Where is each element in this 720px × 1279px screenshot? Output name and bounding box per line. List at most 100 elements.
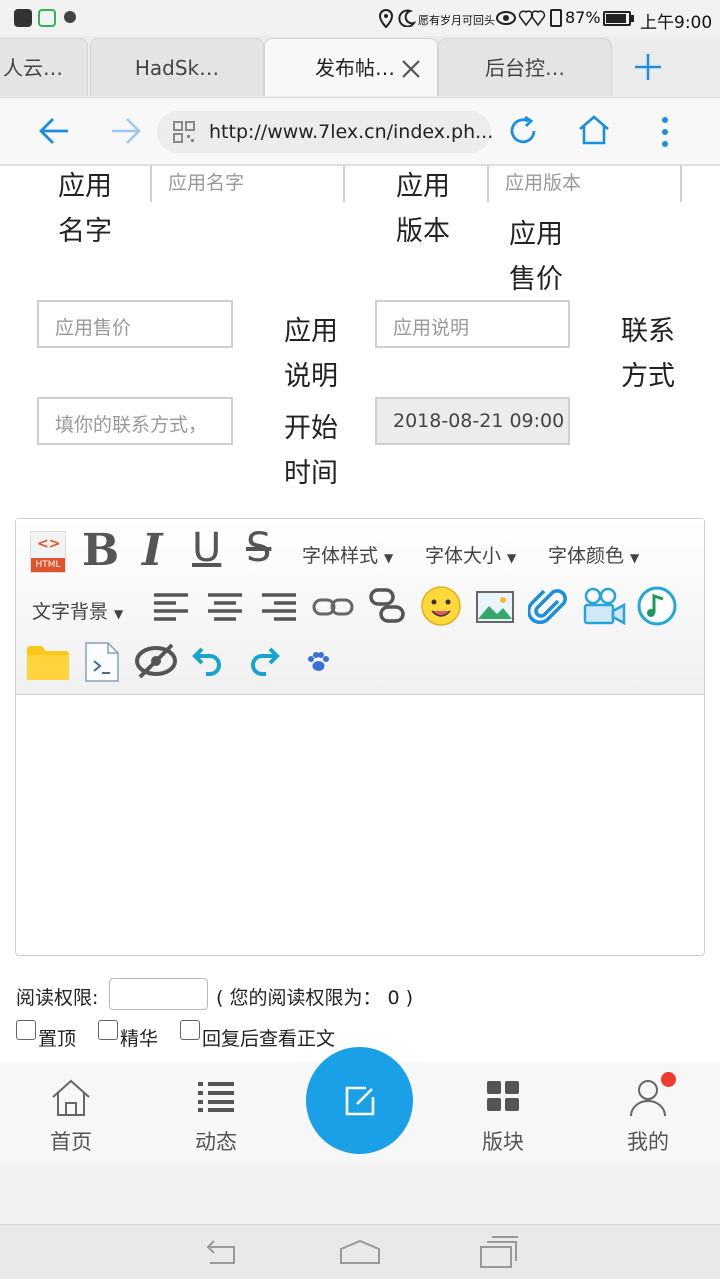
font-color-dropdown[interactable]: 字体颜色 ▼ bbox=[548, 541, 639, 568]
strikethrough-icon[interactable]: S bbox=[246, 525, 271, 571]
qr-code-icon[interactable] bbox=[173, 121, 195, 143]
grid-icon bbox=[487, 1081, 519, 1111]
dropdown-arrow: ▼ bbox=[630, 551, 640, 565]
hearts-icon bbox=[518, 10, 546, 27]
status-carrier-text: 愿有岁月可回头 bbox=[418, 14, 495, 27]
browser-tab-bar: 人云… HadSk… 发布帖… 后台控… bbox=[0, 36, 720, 98]
align-right-icon[interactable] bbox=[260, 591, 298, 623]
app-version-input[interactable]: 应用版本 bbox=[487, 166, 682, 202]
sticky-checkbox[interactable] bbox=[16, 1020, 36, 1040]
app-price-label: 应用售价 bbox=[509, 219, 563, 295]
new-tab-plus-icon[interactable] bbox=[633, 52, 663, 82]
nav-item-me[interactable]: 我的 bbox=[593, 1062, 703, 1164]
home-icon bbox=[52, 1079, 90, 1116]
text-background-dropdown[interactable]: 文字背景 ▼ bbox=[32, 597, 123, 624]
home-page-icon[interactable] bbox=[577, 114, 611, 146]
attachment-icon[interactable] bbox=[528, 587, 568, 627]
bold-icon[interactable]: B bbox=[82, 525, 119, 576]
page-bottom-area bbox=[0, 1164, 720, 1224]
font-style-label: 字体样式 bbox=[302, 545, 379, 567]
link-icon[interactable] bbox=[312, 595, 354, 619]
battery-percent: 87% bbox=[565, 8, 601, 27]
system-nav-bar bbox=[0, 1224, 720, 1279]
font-color-label: 字体颜色 bbox=[548, 545, 625, 567]
nav-item-home[interactable]: 首页 bbox=[16, 1062, 126, 1164]
nav-item-boards[interactable]: 版块 bbox=[448, 1062, 558, 1164]
app-notification-icon bbox=[14, 9, 32, 27]
read-permission-label: 阅读权限: bbox=[16, 987, 99, 1009]
compose-post-button[interactable] bbox=[306, 1047, 413, 1154]
image-icon[interactable] bbox=[476, 591, 514, 623]
hide-eye-icon[interactable] bbox=[134, 641, 178, 681]
tab-label: 后台控… bbox=[485, 56, 565, 80]
featured-label: 精华 bbox=[120, 1028, 159, 1050]
align-center-icon[interactable] bbox=[206, 591, 244, 623]
dropdown-arrow: ▼ bbox=[507, 551, 517, 565]
font-style-dropdown[interactable]: 字体样式 ▼ bbox=[302, 541, 393, 568]
tab-3-active[interactable]: 发布帖… bbox=[264, 38, 438, 96]
editor-content-area[interactable] bbox=[16, 696, 704, 955]
app-desc-input[interactable]: 应用说明 bbox=[375, 300, 570, 348]
video-icon[interactable] bbox=[582, 587, 626, 627]
nav-item-feed[interactable]: 动态 bbox=[161, 1062, 271, 1164]
eye-icon bbox=[496, 11, 516, 25]
start-time-input[interactable]: 2018-08-21 09:00 bbox=[375, 397, 570, 445]
unlink-icon[interactable] bbox=[368, 587, 406, 625]
music-icon[interactable] bbox=[636, 585, 678, 627]
status-time: 上午9:00 bbox=[640, 13, 713, 33]
system-home-icon[interactable] bbox=[338, 1237, 382, 1267]
html-source-icon[interactable]: <> HTML bbox=[30, 531, 66, 573]
tab-4[interactable]: 后台控… bbox=[438, 38, 612, 96]
tab-label: 发布帖… bbox=[315, 56, 395, 80]
start-time-label: 开始时间 bbox=[284, 413, 338, 489]
undo-icon[interactable] bbox=[192, 645, 226, 677]
italic-icon[interactable]: I bbox=[142, 525, 163, 576]
dropdown-arrow: ▼ bbox=[114, 607, 124, 621]
code-file-icon[interactable] bbox=[84, 641, 120, 683]
redo-icon[interactable] bbox=[246, 645, 280, 677]
edit-icon bbox=[345, 1086, 375, 1116]
dropdown-arrow: ▼ bbox=[384, 551, 394, 565]
reply-to-view-label: 回复后查看正文 bbox=[202, 1028, 336, 1050]
underline-icon[interactable]: U bbox=[192, 525, 221, 571]
nav-label: 动态 bbox=[195, 1130, 237, 1154]
status-bar: 愿有岁月可回头 87% 上午9:00 bbox=[0, 0, 720, 36]
app-name-input[interactable]: 应用名字 bbox=[150, 166, 345, 202]
font-size-dropdown[interactable]: 字体大小 ▼ bbox=[425, 541, 516, 568]
battery-icon bbox=[603, 11, 631, 26]
emoji-icon[interactable] bbox=[420, 585, 462, 627]
sim-icon bbox=[550, 9, 562, 27]
contact-input[interactable]: 填你的联系方式， bbox=[37, 397, 233, 445]
reply-to-view-checkbox[interactable] bbox=[180, 1020, 200, 1040]
forward-arrow-icon[interactable] bbox=[110, 116, 142, 146]
video-app-icon bbox=[38, 9, 56, 27]
read-permission-input[interactable] bbox=[109, 978, 208, 1010]
font-size-label: 字体大小 bbox=[425, 545, 502, 567]
align-left-icon[interactable] bbox=[152, 591, 190, 623]
html-badge: HTML bbox=[31, 558, 65, 572]
url-bar: http://www.7lex.cn/index.ph... bbox=[0, 98, 720, 166]
featured-checkbox[interactable] bbox=[98, 1020, 118, 1040]
address-field[interactable]: http://www.7lex.cn/index.ph... bbox=[157, 111, 493, 153]
app-price-input[interactable]: 应用售价 bbox=[37, 300, 233, 348]
nav-label: 版块 bbox=[482, 1130, 524, 1154]
tab-label: 人云… bbox=[3, 56, 63, 80]
list-icon bbox=[198, 1082, 234, 1112]
folder-icon[interactable] bbox=[26, 643, 70, 681]
rich-text-editor: <> HTML B I U S 字体样式 ▼ 字体大小 ▼ 字体颜色 ▼ 文字背景 ▼ bbox=[15, 518, 705, 956]
system-recents-icon[interactable] bbox=[478, 1235, 520, 1269]
moon-icon bbox=[398, 9, 416, 27]
tab-label: HadSk… bbox=[134, 56, 220, 80]
paw-icon[interactable] bbox=[306, 651, 330, 673]
nav-label: 我的 bbox=[627, 1130, 669, 1154]
more-menu-icon[interactable] bbox=[660, 116, 670, 148]
close-tab-icon[interactable] bbox=[401, 59, 421, 79]
refresh-icon[interactable] bbox=[506, 114, 540, 148]
contact-label: 联系方式 bbox=[621, 316, 675, 392]
battery-tip bbox=[631, 15, 634, 22]
tab-2[interactable]: HadSk… bbox=[90, 38, 264, 96]
system-back-icon[interactable] bbox=[200, 1237, 242, 1267]
back-arrow-icon[interactable] bbox=[38, 116, 70, 146]
tab-1[interactable]: 人云… bbox=[0, 38, 88, 96]
app-name-label: 应用名字 bbox=[58, 171, 112, 247]
